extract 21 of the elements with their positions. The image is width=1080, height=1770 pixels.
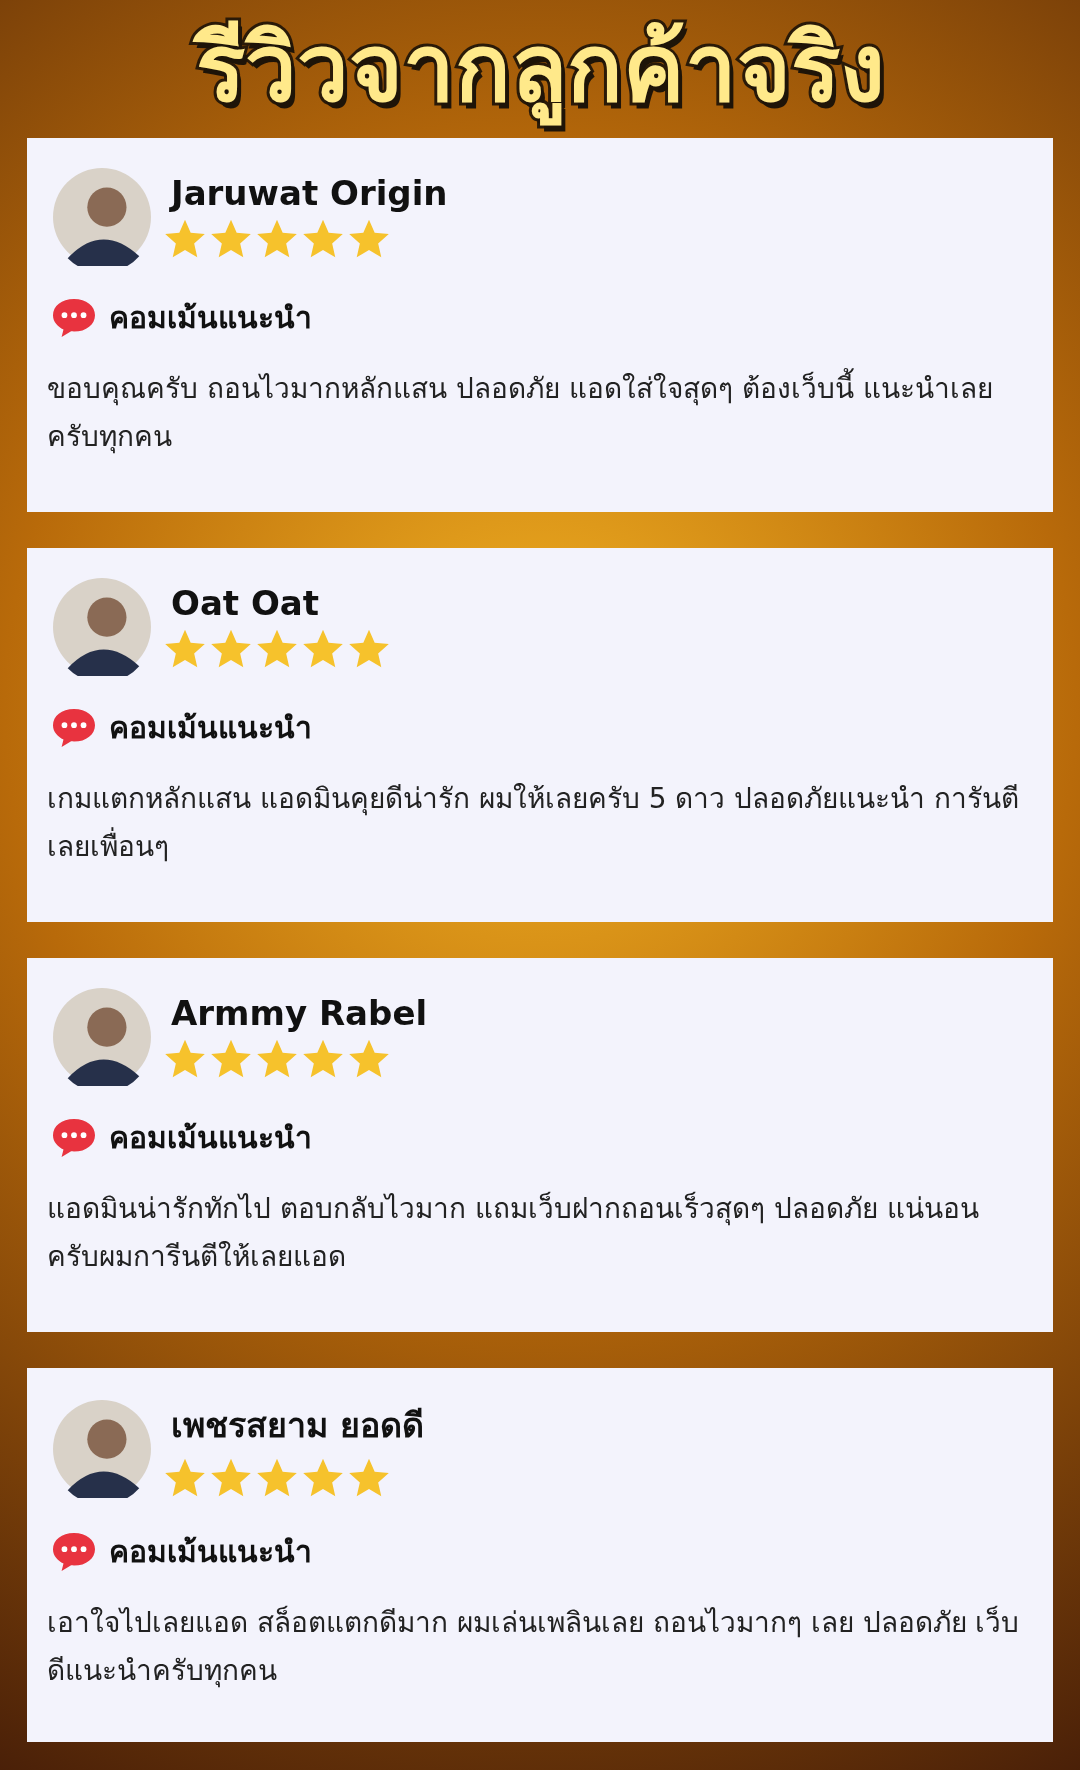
chat-bubble-icon [51, 296, 97, 339]
avatar-icon [53, 168, 151, 266]
chat-bubble-icon [51, 706, 97, 749]
review-text: เอาใจไปเลยแอด สล็อตแตกดีมาก ผมเล่นเพลินเลย ถอนไวมากๆ เลย ปลอดภัย เว็บดีแนะนำครับทุกคน [47, 1604, 1021, 1690]
reviewer-name: Armmy Rabel [171, 993, 428, 1033]
review-text: แอดมินน่ารักทักไป ตอบกลับไวมาก แถมเว็บฝากถอนเร็วสุดๆ ปลอดภัย แน่นอนครับผมการีนตีให้เลยแอด [47, 1190, 980, 1275]
reviewer-name: Jaruwat Origin [171, 173, 448, 213]
comment-label: คอมเม้นแนะนำ [109, 709, 312, 747]
review-text: ขอบคุณครับ ถอนไวมากหลักแสน ปลอดภัย แอดใส่ใจสุดๆ ต้องเว็บนี้ แนะนำเลยครับทุกคน [47, 365, 1029, 461]
review-text: เกมแตกหลักแสน แอดมินคุยดีน่ารัก ผมให้เลยครับ 5 ดาว ปลอดภัยแนะนำ การันตีเลยเพื่อนๆ [47, 781, 1021, 865]
page-title: รีวิวจากลูกค้าจริง [27, 0, 1053, 138]
reviewer-name: Oat Oat [171, 583, 321, 623]
avatar-icon [53, 578, 151, 676]
comment-label: คอมเม้นแนะนำ [109, 299, 312, 337]
avatar-icon [53, 1400, 151, 1498]
avatar-icon [53, 988, 151, 1086]
reviewer-name: เพชรสยาม ยอดดี [171, 1404, 424, 1447]
comment-label: คอมเม้นแนะนำ [109, 1533, 312, 1571]
comment-label: คอมเม้นแนะนำ [109, 1119, 312, 1157]
chat-bubble-icon [51, 1116, 97, 1159]
chat-bubble-icon [51, 1530, 97, 1573]
